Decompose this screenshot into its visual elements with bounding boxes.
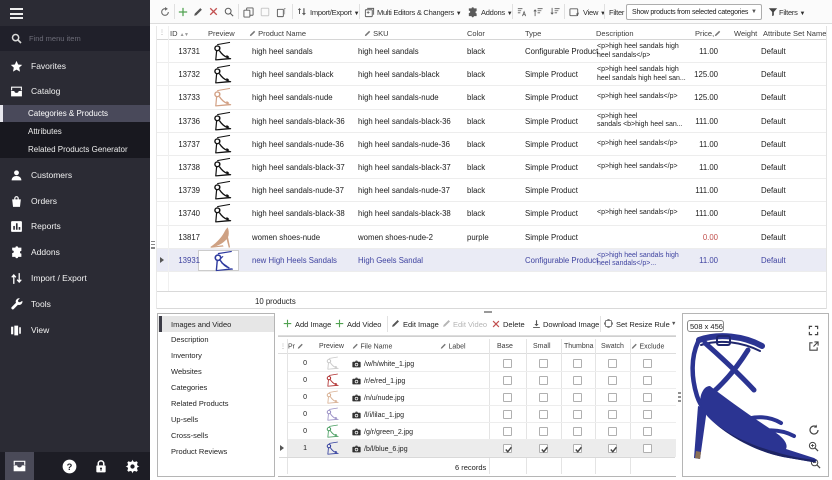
svg-text:?: ? (67, 462, 73, 472)
